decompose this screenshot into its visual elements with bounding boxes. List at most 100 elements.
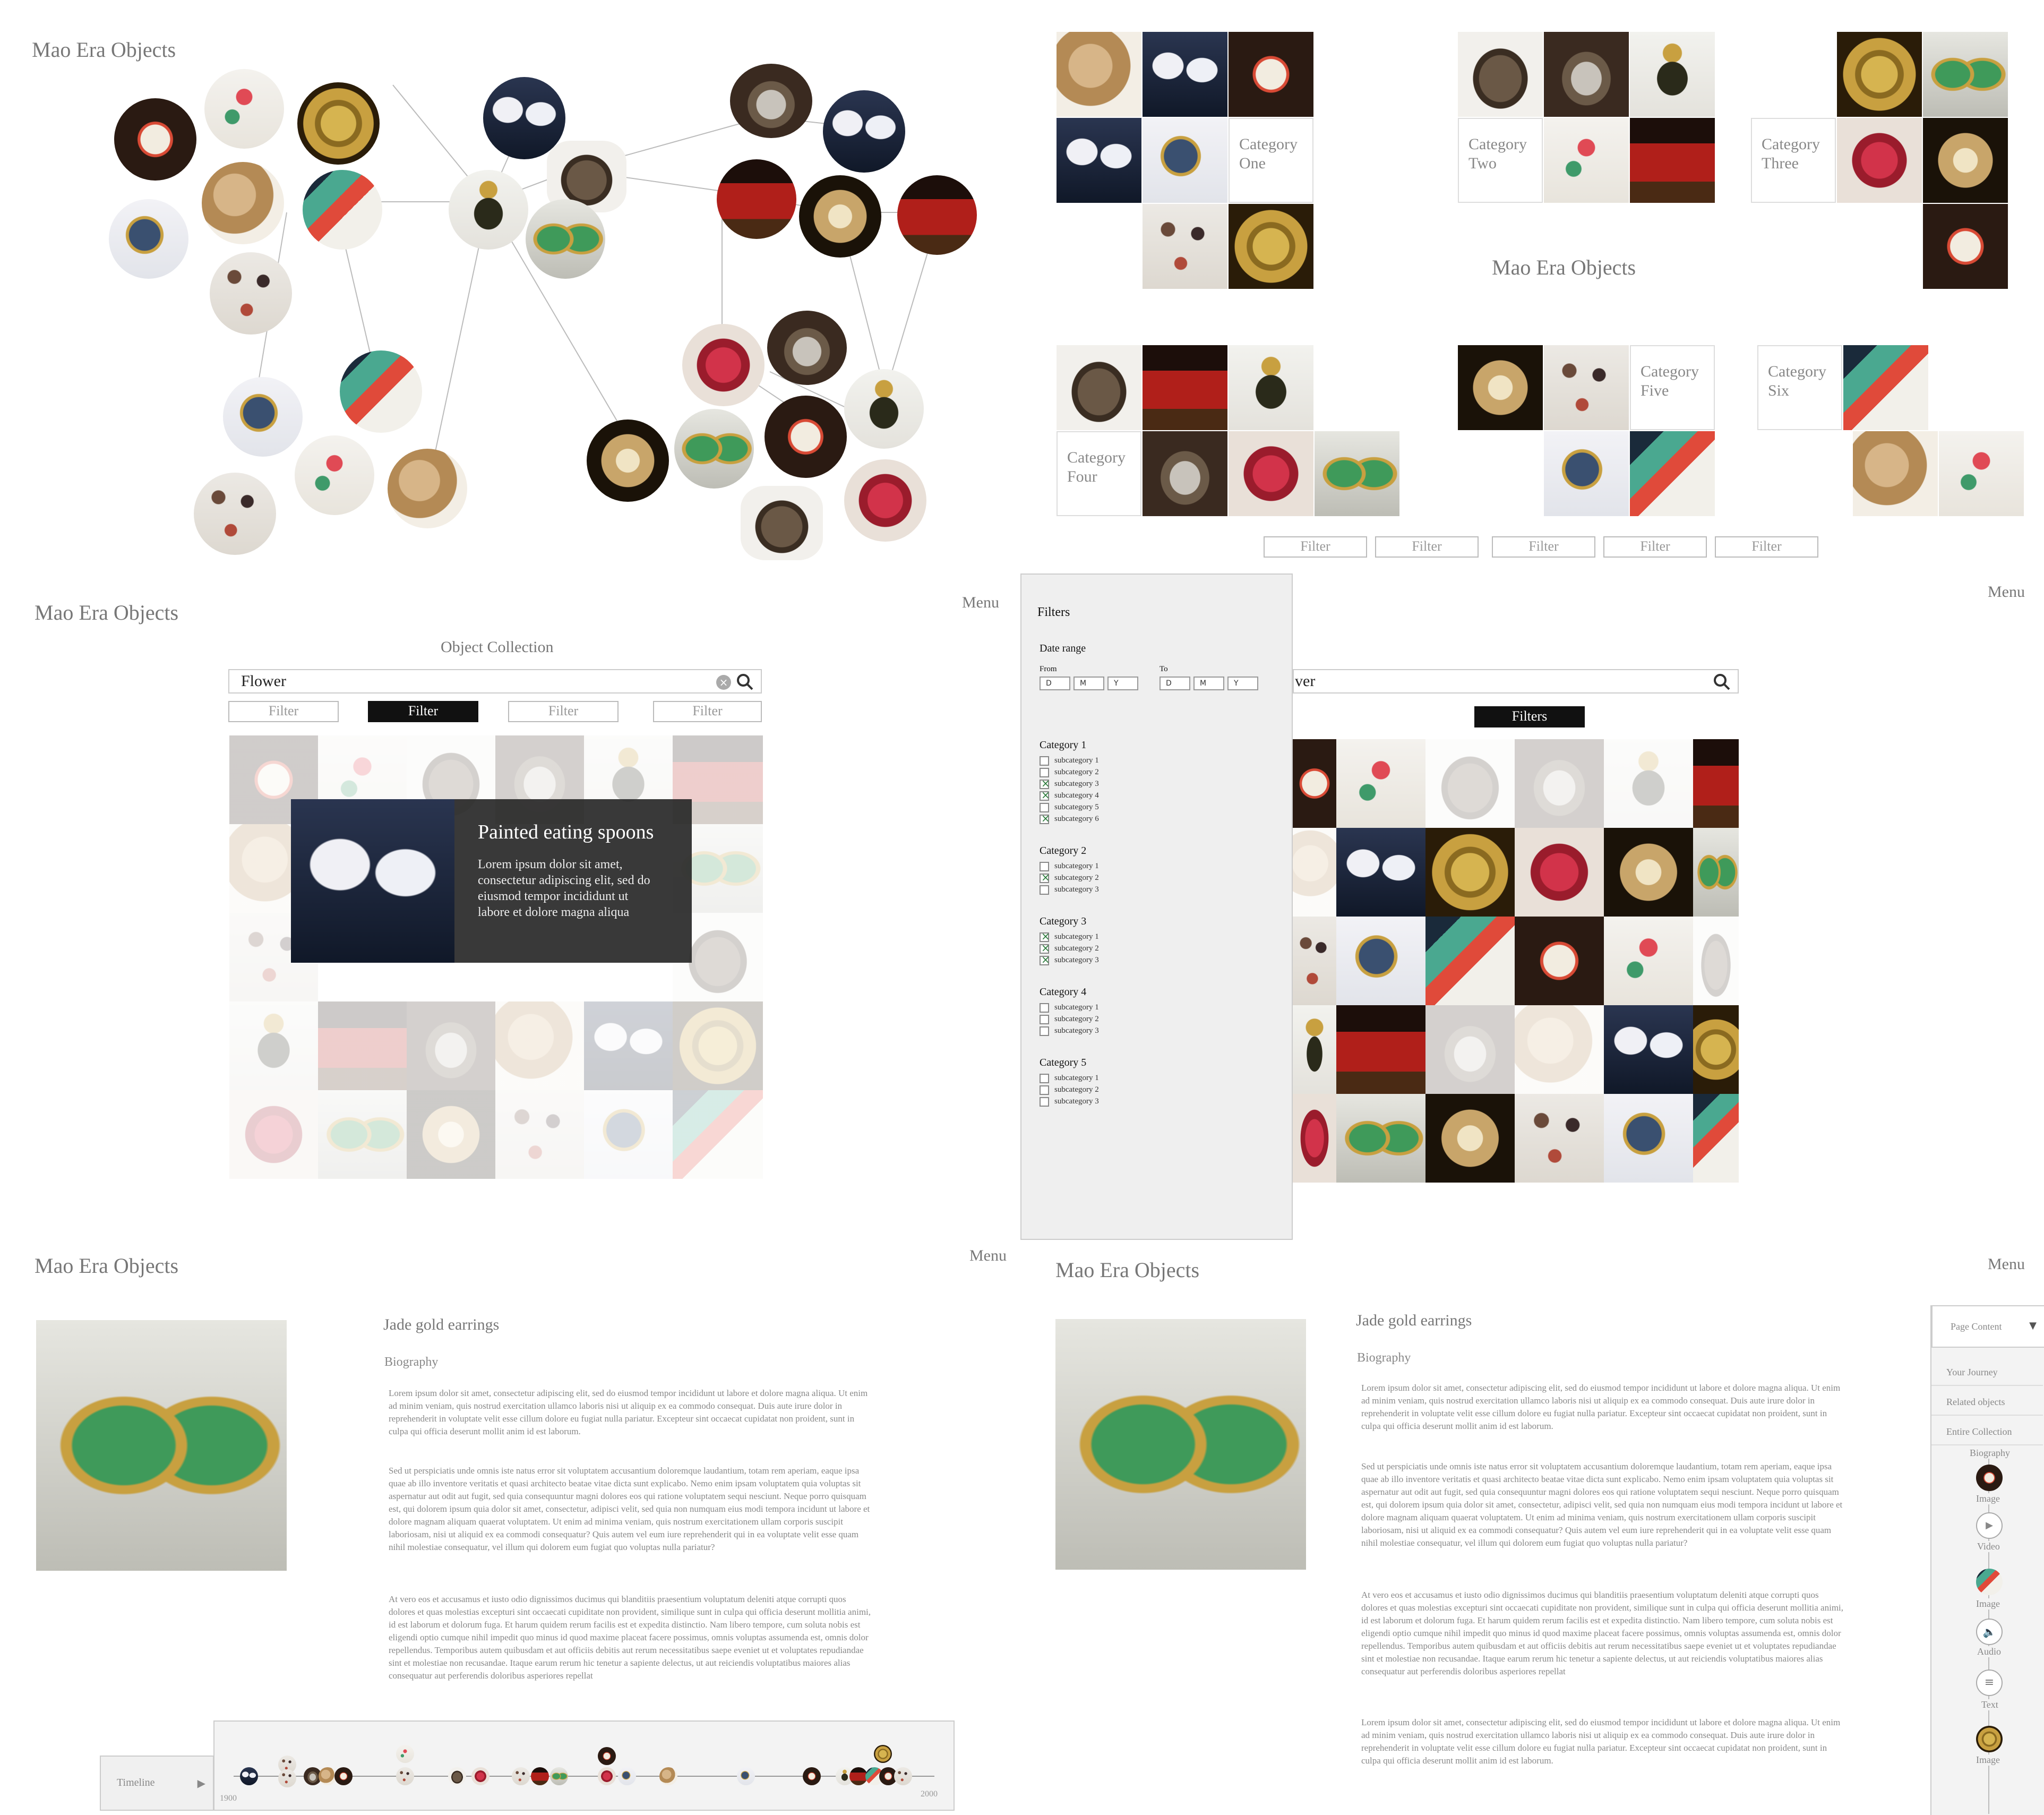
category-five-label[interactable]: Category Five [1630,345,1715,430]
thumb[interactable] [1293,917,1336,1005]
thumb[interactable] [407,1001,495,1090]
text-icon[interactable]: ≡ [1976,1670,2003,1696]
thumb[interactable] [229,1001,318,1090]
node-jade-2[interactable] [674,409,754,489]
checkbox[interactable] [1040,1026,1049,1036]
category-two-label[interactable]: Category Two [1458,118,1543,203]
thumb[interactable] [1843,345,1928,430]
timeline-panel[interactable]: 1900 2000 [213,1720,955,1811]
thumb[interactable] [673,1001,763,1090]
category-four-label[interactable]: Category Four [1057,431,1141,516]
node-horse-2[interactable] [741,486,823,560]
filters-button[interactable]: Filters [1474,706,1585,727]
filter-option[interactable]: subcategory 4 [1040,789,1273,801]
timeline-toggle[interactable]: Timeline ▶ [100,1756,214,1811]
thumb[interactable] [1544,345,1629,430]
timeline-item[interactable] [531,1767,549,1785]
thumb[interactable] [1229,345,1313,430]
thumb[interactable] [1837,118,1922,203]
thumb[interactable] [1630,32,1715,117]
audio-icon[interactable]: 🔈 [1976,1619,2003,1645]
thumb[interactable] [1315,431,1399,516]
node-rock-2[interactable] [388,449,467,528]
checkbox[interactable] [1040,1014,1049,1024]
object-image[interactable] [36,1320,287,1571]
node-box[interactable] [717,159,796,239]
node-flower-2[interactable] [295,435,374,515]
thumb[interactable] [1425,1094,1515,1183]
thumb[interactable] [1057,345,1141,430]
object-preview-card[interactable]: Painted eating spoons Lorem ipsum dolor … [291,799,692,963]
entire-collection-link[interactable]: Entire Collection [1931,1418,2043,1445]
node-rock[interactable] [202,162,284,244]
thumb[interactable] [1693,917,1739,1005]
node-bowl-2[interactable] [767,311,847,385]
filter-option[interactable]: subcategory 1 [1040,755,1273,766]
checkbox[interactable] [1040,861,1049,871]
thumb[interactable] [1425,828,1515,917]
thumb[interactable] [1143,118,1227,203]
node-plate-2[interactable] [765,396,847,478]
timeline-item[interactable] [471,1767,489,1785]
thumb[interactable] [1293,1005,1336,1094]
thumb[interactable] [1515,917,1604,1005]
timeline-item[interactable] [803,1767,821,1785]
timeline-item[interactable] [319,1767,337,1785]
to-month-select[interactable]: M [1193,677,1224,690]
node-box-2[interactable] [897,175,977,255]
clear-icon[interactable]: × [716,675,731,690]
from-year-select[interactable]: Y [1107,677,1138,690]
thumb[interactable] [1425,739,1515,828]
filter-option[interactable]: subcategory 3 [1040,954,1273,966]
node-jar[interactable] [449,170,528,250]
timeline-item[interactable] [618,1767,636,1785]
thumb[interactable] [1515,1094,1604,1183]
timeline-item[interactable] [278,1769,296,1787]
checkbox[interactable] [1040,885,1049,895]
checkbox[interactable] [1040,954,1050,965]
your-journey-link[interactable]: Your Journey [1931,1358,2043,1386]
thumb[interactable] [407,1090,495,1179]
node-carved-2[interactable] [587,419,669,502]
filter-option[interactable]: subcategory 3 [1040,777,1273,790]
filter-option[interactable]: subcategory 5 [1040,801,1273,813]
checkbox[interactable] [1040,789,1050,801]
timeline-item[interactable] [894,1767,912,1785]
timeline-item[interactable] [737,1767,755,1785]
thumb[interactable] [318,1001,407,1090]
thumb[interactable] [1604,1005,1693,1094]
filter-option[interactable]: subcategory 1 [1040,1072,1273,1084]
menu-link[interactable]: Menu [1988,1255,2025,1273]
timeline-item[interactable] [849,1767,868,1785]
checkbox[interactable] [1040,777,1050,789]
menu-link[interactable]: Menu [962,594,999,612]
thumb[interactable] [1604,828,1693,917]
thumb[interactable] [1544,118,1629,203]
node-mirror[interactable] [109,199,188,279]
thumb[interactable] [1057,32,1141,117]
search-input[interactable]: ver [1295,672,1315,690]
thumb[interactable] [229,1090,318,1179]
timeline-item[interactable] [240,1767,258,1785]
node-vase-2[interactable] [844,459,926,542]
play-icon[interactable]: ▶ [1976,1512,2003,1539]
filter-option[interactable]: subcategory 3 [1040,1025,1273,1037]
thumb[interactable] [1143,345,1227,430]
menu-link[interactable]: Menu [1988,583,2025,601]
checkbox[interactable] [1040,767,1049,777]
filter-button[interactable]: Filter [1603,536,1707,558]
thumb[interactable] [1853,431,1938,516]
thumb[interactable] [1515,1005,1604,1094]
thumb[interactable] [1229,204,1313,289]
thumb[interactable] [1057,118,1141,203]
category-three-label[interactable]: Category Three [1751,118,1836,203]
filter-option[interactable]: subcategory 3 [1040,1095,1273,1107]
node-bird[interactable] [303,170,382,250]
thumb[interactable] [584,1090,673,1179]
thumb[interactable] [1293,828,1336,917]
node-items[interactable] [210,252,292,335]
checkbox[interactable] [1040,1003,1049,1013]
thumb[interactable] [673,1090,763,1179]
thumb[interactable] [1143,431,1227,516]
thumb[interactable] [1336,917,1425,1005]
